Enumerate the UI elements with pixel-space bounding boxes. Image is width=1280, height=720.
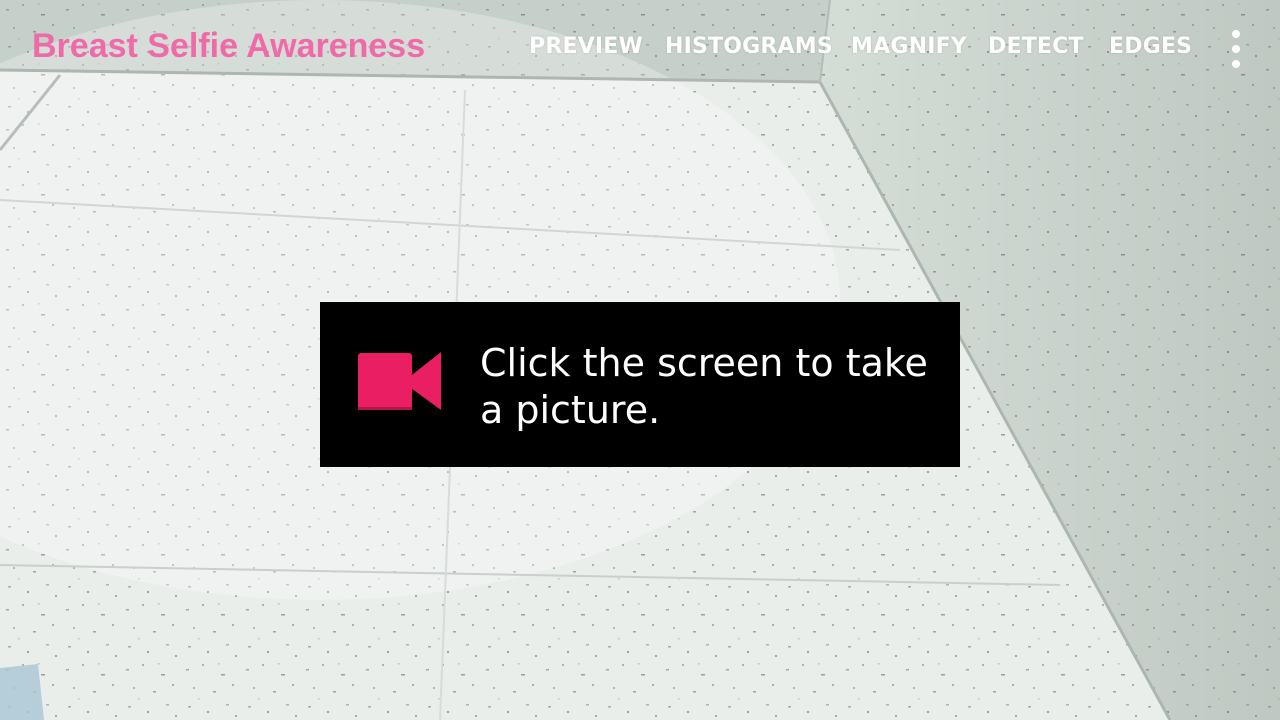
app-title: Breast Selfie Awareness — [32, 27, 426, 65]
action-detect[interactable]: DETECT — [988, 34, 1084, 66]
toast-message: Click the screen to take a picture. — [480, 341, 928, 432]
action-bar: Breast Selfie Awareness PREVIEW HISTOGRA… — [0, 0, 1280, 96]
action-histograms[interactable]: HISTOGRAMS — [665, 34, 833, 66]
action-edges[interactable]: EDGES — [1109, 34, 1192, 66]
action-magnify[interactable]: MAGNIFY — [851, 34, 967, 66]
more-vert-icon[interactable] — [1224, 28, 1248, 70]
action-preview[interactable]: PREVIEW — [529, 34, 643, 66]
videocam-icon — [358, 352, 441, 410]
